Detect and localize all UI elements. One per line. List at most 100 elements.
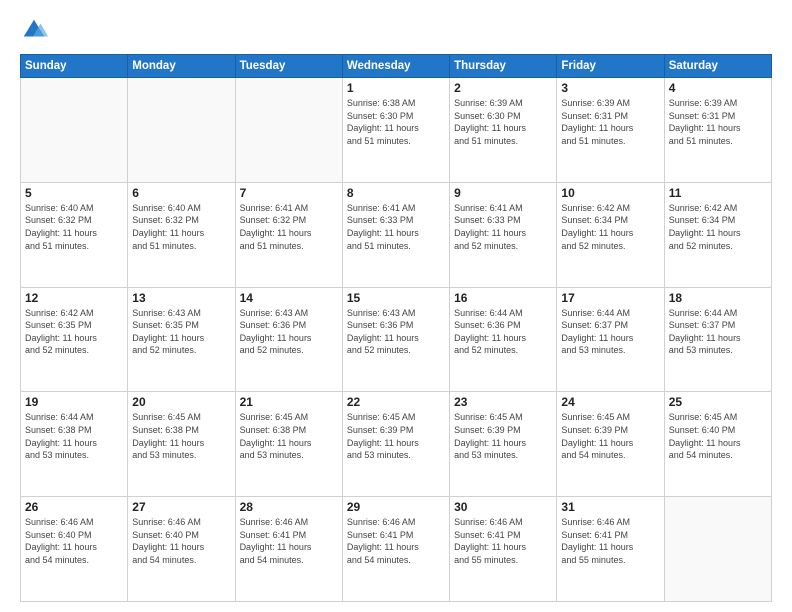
calendar-cell: 12 Sunrise: 6:42 AM Sunset: 6:35 PM Dayli… xyxy=(21,287,128,392)
calendar-cell: 7 Sunrise: 6:41 AM Sunset: 6:32 PM Daylig… xyxy=(235,182,342,287)
day-info: Sunrise: 6:44 AM Sunset: 6:37 PM Dayligh… xyxy=(669,307,767,357)
day-info: Sunrise: 6:41 AM Sunset: 6:33 PM Dayligh… xyxy=(347,202,445,252)
calendar-cell: 30 Sunrise: 6:46 AM Sunset: 6:41 PM Dayli… xyxy=(450,497,557,602)
day-number: 25 xyxy=(669,395,767,409)
calendar-cell: 19Sunrise: 6:44 AM Sunset: 6:38 PM Dayli… xyxy=(21,392,128,497)
day-info: Sunrise: 6:45 AM Sunset: 6:39 PM Dayligh… xyxy=(347,411,445,461)
day-info: Sunrise: 6:42 AM Sunset: 6:35 PM Dayligh… xyxy=(25,307,123,357)
day-number: 4 xyxy=(669,81,767,95)
calendar-cell: 14 Sunrise: 6:43 AM Sunset: 6:36 PM Dayli… xyxy=(235,287,342,392)
day-info: Sunrise: 6:46 AM Sunset: 6:41 PM Dayligh… xyxy=(561,516,659,566)
logo-icon xyxy=(20,16,48,44)
calendar-cell: 2 Sunrise: 6:39 AM Sunset: 6:30 PM Daylig… xyxy=(450,78,557,183)
calendar-cell: 29Sunrise: 6:46 AM Sunset: 6:41 PM Dayli… xyxy=(342,497,449,602)
day-info: Sunrise: 6:45 AM Sunset: 6:39 PM Dayligh… xyxy=(561,411,659,461)
calendar-cell: 6 Sunrise: 6:40 AM Sunset: 6:32 PM Daylig… xyxy=(128,182,235,287)
calendar-cell: 28 Sunrise: 6:46 AM Sunset: 6:41 PM Dayli… xyxy=(235,497,342,602)
day-number: 9 xyxy=(454,186,552,200)
weekday-header-row: SundayMondayTuesdayWednesdayThursdayFrid… xyxy=(21,55,772,78)
calendar-cell: 9 Sunrise: 6:41 AM Sunset: 6:33 PM Daylig… xyxy=(450,182,557,287)
day-number: 28 xyxy=(240,500,338,514)
day-info: Sunrise: 6:43 AM Sunset: 6:36 PM Dayligh… xyxy=(240,307,338,357)
day-number: 18 xyxy=(669,291,767,305)
day-info: Sunrise: 6:40 AM Sunset: 6:32 PM Dayligh… xyxy=(132,202,230,252)
calendar-cell xyxy=(21,78,128,183)
calendar-cell: 15 Sunrise: 6:43 AM Sunset: 6:36 PM Dayli… xyxy=(342,287,449,392)
page-header xyxy=(20,16,772,44)
calendar-cell: 16 Sunrise: 6:44 AM Sunset: 6:36 PM Dayli… xyxy=(450,287,557,392)
calendar-cell xyxy=(664,497,771,602)
day-number: 6 xyxy=(132,186,230,200)
day-number: 3 xyxy=(561,81,659,95)
day-number: 26 xyxy=(25,500,123,514)
calendar-cell: 17Sunrise: 6:44 AM Sunset: 6:37 PM Dayli… xyxy=(557,287,664,392)
day-info: Sunrise: 6:40 AM Sunset: 6:32 PM Dayligh… xyxy=(25,202,123,252)
day-number: 30 xyxy=(454,500,552,514)
day-info: Sunrise: 6:46 AM Sunset: 6:40 PM Dayligh… xyxy=(25,516,123,566)
weekday-header-friday: Friday xyxy=(557,55,664,78)
day-number: 1 xyxy=(347,81,445,95)
day-number: 31 xyxy=(561,500,659,514)
calendar-cell: 23 Sunrise: 6:45 AM Sunset: 6:39 PM Dayli… xyxy=(450,392,557,497)
weekday-header-sunday: Sunday xyxy=(21,55,128,78)
week-row-2: 5 Sunrise: 6:40 AM Sunset: 6:32 PM Daylig… xyxy=(21,182,772,287)
day-number: 5 xyxy=(25,186,123,200)
calendar-cell: 1 Sunrise: 6:38 AM Sunset: 6:30 PM Daylig… xyxy=(342,78,449,183)
logo xyxy=(20,16,52,44)
day-info: Sunrise: 6:42 AM Sunset: 6:34 PM Dayligh… xyxy=(561,202,659,252)
week-row-3: 12 Sunrise: 6:42 AM Sunset: 6:35 PM Dayli… xyxy=(21,287,772,392)
day-info: Sunrise: 6:42 AM Sunset: 6:34 PM Dayligh… xyxy=(669,202,767,252)
calendar-cell: 4 Sunrise: 6:39 AM Sunset: 6:31 PM Daylig… xyxy=(664,78,771,183)
day-info: Sunrise: 6:38 AM Sunset: 6:30 PM Dayligh… xyxy=(347,97,445,147)
calendar-cell xyxy=(128,78,235,183)
calendar-cell: 5 Sunrise: 6:40 AM Sunset: 6:32 PM Daylig… xyxy=(21,182,128,287)
day-info: Sunrise: 6:46 AM Sunset: 6:41 PM Dayligh… xyxy=(454,516,552,566)
calendar-cell: 11 Sunrise: 6:42 AM Sunset: 6:34 PM Dayli… xyxy=(664,182,771,287)
day-number: 20 xyxy=(132,395,230,409)
day-info: Sunrise: 6:44 AM Sunset: 6:38 PM Dayligh… xyxy=(25,411,123,461)
calendar-cell: 10 Sunrise: 6:42 AM Sunset: 6:34 PM Dayli… xyxy=(557,182,664,287)
day-number: 2 xyxy=(454,81,552,95)
day-number: 16 xyxy=(454,291,552,305)
weekday-header-wednesday: Wednesday xyxy=(342,55,449,78)
calendar-cell: 8Sunrise: 6:41 AM Sunset: 6:33 PM Daylig… xyxy=(342,182,449,287)
day-info: Sunrise: 6:45 AM Sunset: 6:39 PM Dayligh… xyxy=(454,411,552,461)
calendar-cell xyxy=(235,78,342,183)
day-number: 29 xyxy=(347,500,445,514)
day-info: Sunrise: 6:46 AM Sunset: 6:41 PM Dayligh… xyxy=(240,516,338,566)
day-info: Sunrise: 6:39 AM Sunset: 6:31 PM Dayligh… xyxy=(669,97,767,147)
calendar-cell: 22 Sunrise: 6:45 AM Sunset: 6:39 PM Dayli… xyxy=(342,392,449,497)
day-number: 10 xyxy=(561,186,659,200)
calendar-cell: 27 Sunrise: 6:46 AM Sunset: 6:40 PM Dayli… xyxy=(128,497,235,602)
calendar-cell: 24 Sunrise: 6:45 AM Sunset: 6:39 PM Dayli… xyxy=(557,392,664,497)
weekday-header-saturday: Saturday xyxy=(664,55,771,78)
calendar-cell: 3 Sunrise: 6:39 AM Sunset: 6:31 PM Daylig… xyxy=(557,78,664,183)
day-info: Sunrise: 6:43 AM Sunset: 6:36 PM Dayligh… xyxy=(347,307,445,357)
calendar-cell: 18 Sunrise: 6:44 AM Sunset: 6:37 PM Dayli… xyxy=(664,287,771,392)
day-number: 15 xyxy=(347,291,445,305)
day-number: 22 xyxy=(347,395,445,409)
calendar-cell: 26 Sunrise: 6:46 AM Sunset: 6:40 PM Dayli… xyxy=(21,497,128,602)
day-info: Sunrise: 6:44 AM Sunset: 6:36 PM Dayligh… xyxy=(454,307,552,357)
day-info: Sunrise: 6:45 AM Sunset: 6:40 PM Dayligh… xyxy=(669,411,767,461)
day-number: 13 xyxy=(132,291,230,305)
day-info: Sunrise: 6:45 AM Sunset: 6:38 PM Dayligh… xyxy=(240,411,338,461)
day-number: 23 xyxy=(454,395,552,409)
day-info: Sunrise: 6:41 AM Sunset: 6:33 PM Dayligh… xyxy=(454,202,552,252)
day-number: 27 xyxy=(132,500,230,514)
day-number: 12 xyxy=(25,291,123,305)
week-row-5: 26 Sunrise: 6:46 AM Sunset: 6:40 PM Dayli… xyxy=(21,497,772,602)
day-number: 11 xyxy=(669,186,767,200)
day-info: Sunrise: 6:39 AM Sunset: 6:31 PM Dayligh… xyxy=(561,97,659,147)
day-info: Sunrise: 6:41 AM Sunset: 6:32 PM Dayligh… xyxy=(240,202,338,252)
day-info: Sunrise: 6:43 AM Sunset: 6:35 PM Dayligh… xyxy=(132,307,230,357)
day-info: Sunrise: 6:45 AM Sunset: 6:38 PM Dayligh… xyxy=(132,411,230,461)
day-info: Sunrise: 6:39 AM Sunset: 6:30 PM Dayligh… xyxy=(454,97,552,147)
day-info: Sunrise: 6:46 AM Sunset: 6:40 PM Dayligh… xyxy=(132,516,230,566)
weekday-header-thursday: Thursday xyxy=(450,55,557,78)
day-number: 14 xyxy=(240,291,338,305)
calendar-cell: 13 Sunrise: 6:43 AM Sunset: 6:35 PM Dayli… xyxy=(128,287,235,392)
day-number: 7 xyxy=(240,186,338,200)
calendar-cell: 25 Sunrise: 6:45 AM Sunset: 6:40 PM Dayli… xyxy=(664,392,771,497)
day-number: 24 xyxy=(561,395,659,409)
